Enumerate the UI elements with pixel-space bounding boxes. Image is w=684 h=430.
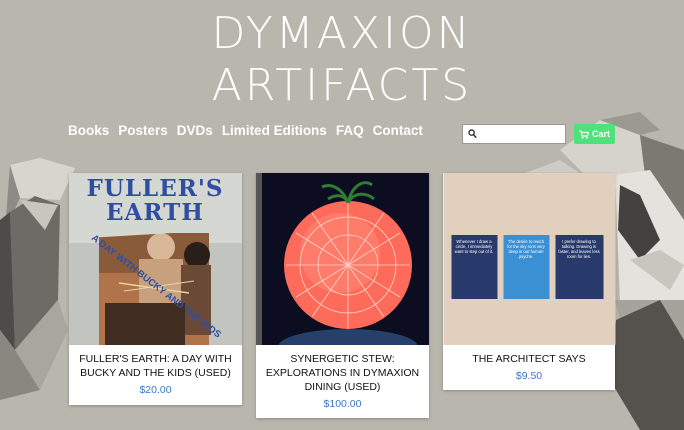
nav-item-books[interactable]: Books	[68, 123, 109, 138]
nav-item-faq[interactable]: FAQ	[336, 123, 364, 138]
product-image-the-architect-says[interactable]	[443, 173, 616, 345]
product-title[interactable]: FULLER'S EARTH: A DAY WITH BUCKY AND THE…	[75, 352, 236, 380]
product-price: $9.50	[515, 370, 543, 382]
search-icon[interactable]	[468, 129, 477, 139]
nav-item-posters[interactable]: Posters	[118, 123, 168, 138]
search-box	[462, 124, 566, 144]
cart-label: Cart	[591, 129, 610, 139]
nav-item-dvds[interactable]: DVDs	[177, 123, 213, 138]
site-title-line2: ARTIFACTS	[211, 60, 473, 111]
nav-item-contact[interactable]: Contact	[373, 123, 423, 138]
nav-item-limited-editions[interactable]: Limited Editions	[222, 123, 327, 138]
product-cover-title: FULLER'S EARTH	[86, 175, 224, 226]
product-card-synergetic-stew[interactable]: SYNERGETIC STEW: EXPLORATIONS IN DYMAXIO…	[256, 173, 429, 418]
main-nav: Books Posters DVDs Limited Editions FAQ …	[68, 123, 423, 138]
quote-card-text: Whenever I draw a circle, I immediately …	[454, 239, 494, 254]
site-title-line1: DYMAXION	[211, 8, 473, 59]
cart-button[interactable]: Cart	[574, 124, 615, 144]
site-title[interactable]: DYMAXION ARTIFACTS	[0, 8, 684, 112]
quote-card-text: I prefer drawing to talking. Drawing is …	[558, 239, 600, 259]
product-price: $20.00	[139, 384, 172, 396]
product-card-the-architect-says[interactable]: Whenever I draw a circle, I immediately …	[443, 173, 616, 390]
product-card-fullers-earth[interactable]: FULLER'S EARTH A DAY WITH BUCKY AND THE …	[69, 173, 242, 405]
cart-icon	[578, 129, 589, 139]
product-price: $100.00	[323, 398, 362, 410]
product-title[interactable]: THE ARCHITECT SAYS	[449, 352, 609, 366]
search-input[interactable]	[479, 126, 563, 142]
quote-card-text: The desire to reach for the sky runs ver…	[507, 239, 545, 259]
product-title[interactable]: SYNERGETIC STEW: EXPLORATIONS IN DYMAXIO…	[262, 352, 423, 394]
product-image-synergetic-stew[interactable]	[256, 173, 429, 345]
